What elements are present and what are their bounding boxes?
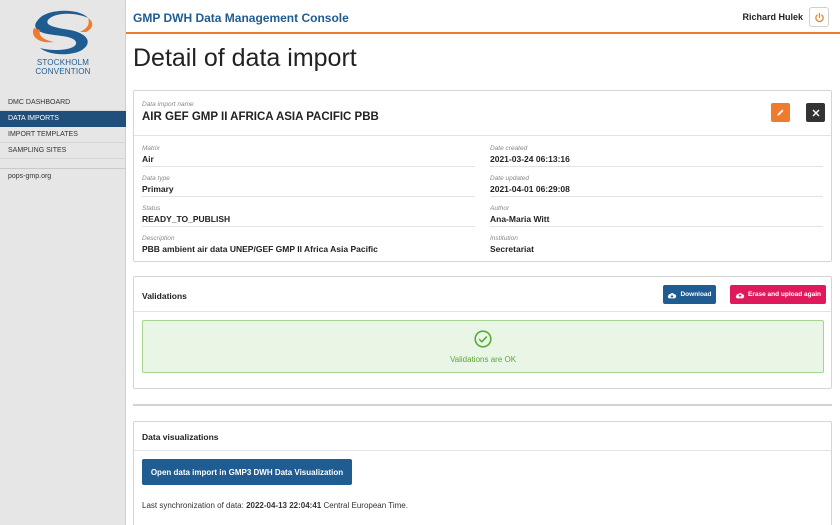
sidebar: STOCKHOLM CONVENTION DMC DASHBOARD DATA … [0,0,126,525]
app-title: GMP DWH Data Management Console [133,11,349,25]
sidebar-item-sampling-sites[interactable]: SAMPLING SITES [0,143,126,159]
field-date-created: Date created 2021-03-24 06:13:16 [490,137,823,167]
card-divider [134,135,831,136]
validations-title: Validations [142,291,187,301]
field-date-updated: Date updated 2021-04-01 06:29:08 [490,167,823,197]
validation-success-box: Validations are OK [142,320,824,373]
user-name[interactable]: Richard Hulek [742,12,803,22]
sidebar-item-dmc-dashboard[interactable]: DMC DASHBOARD [0,95,126,111]
field-data-type: Data type Primary [142,167,475,197]
field-value: PBB ambient air data UNEP/GEF GMP II Afr… [142,244,378,254]
erase-upload-button[interactable]: Erase and upload again [730,285,826,304]
field-value: Air [142,154,154,164]
close-button[interactable] [806,103,825,122]
sidebar-nav: DMC DASHBOARD DATA IMPORTS IMPORT TEMPLA… [0,95,126,159]
sync-timestamp: 2022-04-13 22:04:41 [246,501,322,510]
field-value: Secretariat [490,244,534,254]
top-header: GMP DWH Data Management Console Richard … [126,0,840,34]
field-label: Date updated [490,175,530,182]
page-title: Detail of data import [133,44,357,72]
check-circle-icon [474,330,492,348]
visualizations-card: Data visualizations Open data import in … [133,421,832,525]
field-label: Data type [142,175,170,182]
field-value: Ana-Maria Witt [490,214,550,224]
open-visualization-button[interactable]: Open data import in GMP3 DWH Data Visual… [142,459,352,485]
pencil-icon [777,109,784,116]
field-institution: Institution Secretariat [490,227,823,257]
field-value: READY_TO_PUBLISH [142,214,231,224]
sidebar-item-data-imports[interactable]: DATA IMPORTS [0,111,126,127]
field-label: Institution [490,235,518,242]
power-icon [814,12,824,22]
sync-suffix: Central European Time. [323,501,408,510]
field-value: 2021-03-24 06:13:16 [490,154,570,164]
cloud-upload-icon [735,292,745,298]
card-divider [134,311,831,312]
validation-status-text: Validations are OK [449,355,517,364]
sync-info: Last synchronization of data: 2022-04-13… [142,501,408,510]
field-author: Author Ana-Maria Witt [490,197,823,227]
card-divider [134,450,831,451]
import-name-label: Data import name [142,101,194,108]
stockholm-convention-logo[interactable]: STOCKHOLM CONVENTION [28,6,98,82]
field-status: Status READY_TO_PUBLISH [142,197,475,227]
field-label: Description [142,235,175,242]
field-value: 2021-04-01 06:29:08 [490,184,570,194]
download-button[interactable]: Download [663,285,716,304]
logo-text: STOCKHOLM CONVENTION [35,58,91,76]
import-name-value: AIR GEF GMP II AFRICA ASIA PACIFIC PBB [142,111,379,123]
field-label: Author [490,205,510,212]
field-value: Primary [142,184,174,194]
visualizations-title: Data visualizations [142,432,219,442]
sidebar-item-import-templates[interactable]: IMPORT TEMPLATES [0,127,126,143]
validations-card: Validations Download Erase and upload ag… [133,276,832,389]
field-label: Matrix [142,145,160,152]
external-link[interactable]: pops-gmp.org [8,173,51,180]
close-icon [812,109,819,116]
import-detail-card: Data import name AIR GEF GMP II AFRICA A… [133,90,832,262]
logout-button[interactable] [809,7,829,27]
sync-prefix: Last synchronization of data: [142,501,244,510]
download-label: Download [680,291,712,298]
field-description: Description PBB ambient air data UNEP/GE… [142,227,475,257]
field-matrix: Matrix Air [142,137,475,167]
field-label: Status [142,205,161,212]
erase-label: Erase and upload again [748,291,821,298]
section-divider [133,404,832,406]
edit-button[interactable] [771,103,790,122]
cloud-download-icon [668,292,677,298]
field-label: Date created [490,145,528,152]
sidebar-divider [0,168,126,169]
